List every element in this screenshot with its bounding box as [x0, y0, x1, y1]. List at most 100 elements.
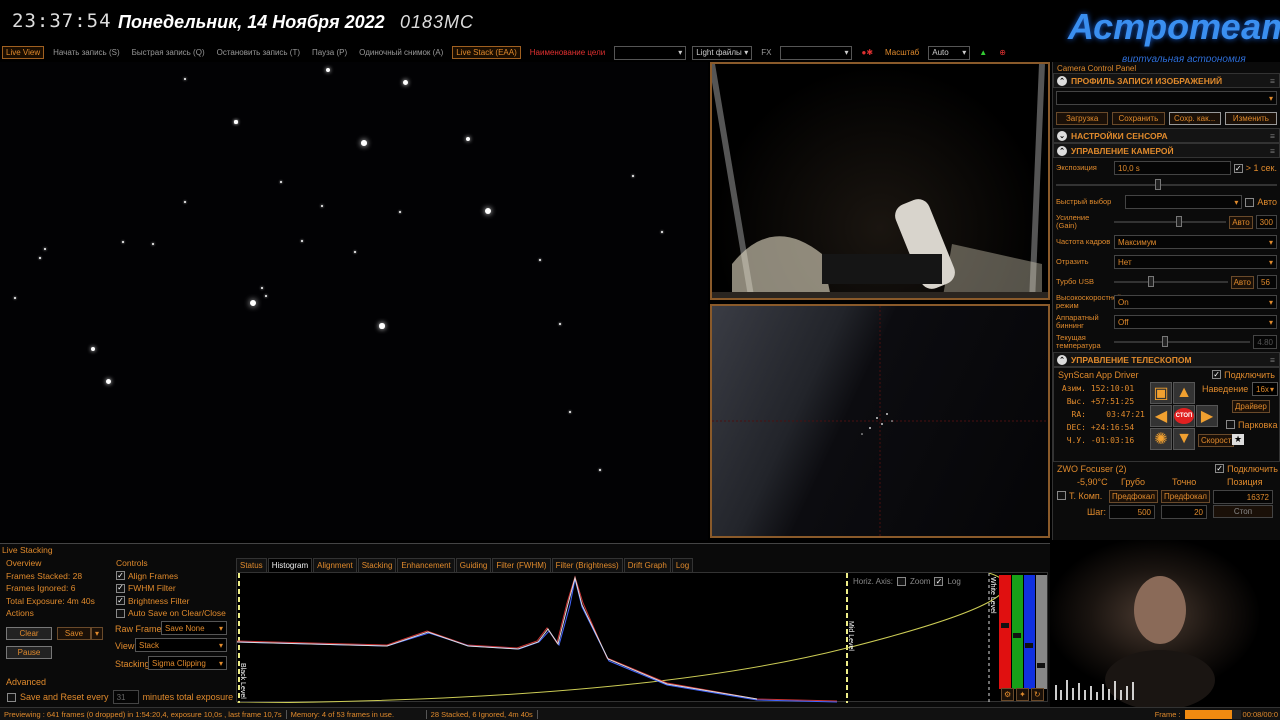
- save-dropdown-icon[interactable]: ▾: [91, 627, 103, 640]
- auto-save-checkbox[interactable]: [116, 608, 125, 618]
- gain-auto-button[interactable]: Авто: [1229, 215, 1253, 229]
- edit-profile-button[interactable]: Изменить: [1224, 111, 1277, 125]
- auto-checkbox[interactable]: [1245, 197, 1255, 207]
- view-select[interactable]: Stack ▾: [135, 638, 227, 652]
- profile-select[interactable]: ▾: [1056, 91, 1277, 105]
- tab-drift-graph[interactable]: Drift Graph: [623, 558, 671, 573]
- frame-progress[interactable]: [1184, 709, 1241, 719]
- sun-icon[interactable]: ✺: [1150, 428, 1172, 450]
- red-channel: [236, 575, 838, 702]
- camera-section-header[interactable]: ⌃ УПРАВЛЕНИЕ КАМЕРОЙ ≡: [1053, 143, 1280, 158]
- save-as-profile-button[interactable]: Сохр. как...: [1168, 111, 1221, 125]
- prefocal-fine-button[interactable]: Предфокал: [1161, 490, 1210, 503]
- slider-knob[interactable]: [1175, 216, 1182, 227]
- tab-stacking[interactable]: Stacking: [357, 558, 397, 573]
- pause-button[interactable]: Пауза (P): [309, 47, 350, 58]
- coarse-step-input[interactable]: 500: [1109, 505, 1155, 519]
- exposure-input[interactable]: 10,0 s: [1114, 161, 1231, 175]
- start-recording-button[interactable]: Начать запись (S): [50, 47, 123, 58]
- position-input[interactable]: 16372: [1213, 490, 1273, 504]
- quick-select[interactable]: ▾: [1125, 195, 1243, 209]
- stacking-method-select[interactable]: Sigma Clipping ▾: [148, 656, 227, 670]
- fine-step-input[interactable]: 20: [1161, 505, 1207, 519]
- brightness-filter-checkbox[interactable]: ✓: [116, 596, 125, 606]
- speed-button[interactable]: Скорост: [1198, 434, 1235, 447]
- live-stack-button[interactable]: Live Stack (EAA): [452, 46, 521, 59]
- minutes-stepper[interactable]: 31: [112, 690, 139, 704]
- slider-knob[interactable]: [1155, 179, 1162, 190]
- fps-select[interactable]: Максимум ▾: [1114, 235, 1277, 249]
- tab-alignment[interactable]: Alignment: [313, 558, 357, 573]
- stop-recording-button[interactable]: Остановить запись (T): [214, 47, 303, 58]
- prefocal-coarse-button[interactable]: Предфокал: [1109, 490, 1158, 503]
- fx-select[interactable]: ▾: [780, 45, 853, 60]
- zoom-checkbox[interactable]: [897, 577, 907, 586]
- quick-recording-button[interactable]: Быстрая запись (Q): [129, 47, 208, 58]
- fwhm-filter-checkbox[interactable]: ✓: [116, 583, 125, 593]
- collapse-icon: ⌃: [1057, 354, 1067, 365]
- high-speed-select[interactable]: On ▾: [1114, 295, 1277, 309]
- gain-slider[interactable]: [1114, 216, 1227, 227]
- pause-button[interactable]: Pause: [6, 646, 52, 659]
- auto-balance-icon[interactable]: ✦: [1016, 688, 1029, 701]
- save-profile-button[interactable]: Сохранить: [1112, 111, 1165, 125]
- stop-button[interactable]: СТОП: [1173, 405, 1195, 427]
- menu-icon[interactable]: ≡: [1270, 131, 1279, 141]
- spiral-search-icon[interactable]: ▣: [1150, 382, 1172, 404]
- menu-icon[interactable]: ≡: [1270, 355, 1279, 365]
- histogram-icon[interactable]: ▲: [976, 47, 990, 58]
- tab-filter-brightness-[interactable]: Filter (Brightness): [551, 558, 623, 573]
- tab-enhancement[interactable]: Enhancement: [397, 558, 455, 573]
- telescope-section-header[interactable]: ⌃ УПРАВЛЕНИЕ ТЕЛЕСКОПОМ ≡: [1053, 352, 1280, 367]
- menu-icon[interactable]: ≡: [1270, 146, 1279, 156]
- reset-icon[interactable]: ↻: [1030, 688, 1044, 701]
- gain-input[interactable]: 300: [1255, 215, 1277, 229]
- sensor-section-header[interactable]: ⌄ НАСТРОЙКИ СЕНСОРА ≡: [1053, 128, 1280, 143]
- focuser-stop-button[interactable]: Стоп: [1213, 505, 1273, 518]
- log-checkbox[interactable]: ✓: [934, 577, 944, 586]
- record-icon[interactable]: ●✱: [858, 47, 876, 58]
- menu-icon[interactable]: ≡: [1270, 76, 1279, 86]
- load-profile-button[interactable]: Загрузка: [1056, 111, 1109, 125]
- tab-status[interactable]: Status: [236, 558, 267, 573]
- profile-section-header[interactable]: ⌃ ПРОФИЛЬ ЗАПИСИ ИЗОБРАЖЕНИЙ ≡: [1053, 73, 1280, 88]
- focuser-connect-checkbox[interactable]: ✓: [1215, 464, 1225, 473]
- usb-slider[interactable]: [1114, 276, 1228, 287]
- tab-guiding[interactable]: Guiding: [455, 558, 492, 573]
- raw-frames-select[interactable]: Save None ▾: [161, 621, 227, 635]
- park-checkbox[interactable]: [1226, 420, 1235, 429]
- tab-histogram[interactable]: Histogram: [267, 558, 313, 573]
- tab-filter-fwhm-[interactable]: Filter (FWHM): [492, 558, 551, 573]
- exposure-slider[interactable]: [1056, 179, 1277, 190]
- zoom-icon[interactable]: ⊕: [996, 47, 1009, 58]
- flip-select[interactable]: Нет ▾: [1114, 255, 1277, 269]
- save-reset-checkbox[interactable]: [7, 692, 16, 702]
- park-label: Парковка: [1238, 420, 1278, 430]
- usb-input[interactable]: 56: [1257, 275, 1277, 289]
- target-name-select[interactable]: ▾: [614, 45, 687, 60]
- temp-comp-checkbox[interactable]: [1057, 491, 1066, 500]
- arrow-right-icon[interactable]: ▶: [1196, 405, 1218, 427]
- arrow-left-icon[interactable]: ◀: [1150, 405, 1172, 427]
- telescope-connect-checkbox[interactable]: ✓: [1212, 370, 1222, 379]
- usb-auto-button[interactable]: Авто: [1230, 275, 1254, 289]
- goto-rate-select[interactable]: 16x ▾: [1252, 382, 1278, 396]
- save-button[interactable]: Save: [57, 627, 91, 640]
- clear-button[interactable]: Clear: [6, 627, 52, 640]
- connect-label: Подключить: [1227, 464, 1278, 474]
- single-shot-button[interactable]: Одиночный снимок (A): [356, 47, 446, 58]
- live-view-button[interactable]: Live View: [2, 46, 45, 59]
- tab-log[interactable]: Log: [671, 558, 694, 573]
- align-frames-checkbox[interactable]: ✓: [116, 571, 125, 581]
- star-icon[interactable]: ★: [1232, 434, 1245, 445]
- binning-select[interactable]: Off ▾: [1114, 315, 1277, 329]
- gt1-checkbox[interactable]: ✓: [1233, 163, 1243, 173]
- scale-select[interactable]: Auto ▾: [928, 45, 971, 60]
- slider-knob[interactable]: [1148, 276, 1155, 287]
- expand-icon: ⌄: [1057, 130, 1067, 141]
- arrow-up-icon[interactable]: ▲: [1173, 382, 1195, 404]
- light-files-select[interactable]: Light файлы ▾: [692, 45, 753, 60]
- auto-stretch-icon[interactable]: ⚙: [1001, 688, 1015, 701]
- driver-button[interactable]: Драйвер: [1232, 400, 1270, 413]
- arrow-down-icon[interactable]: ▼: [1173, 428, 1195, 450]
